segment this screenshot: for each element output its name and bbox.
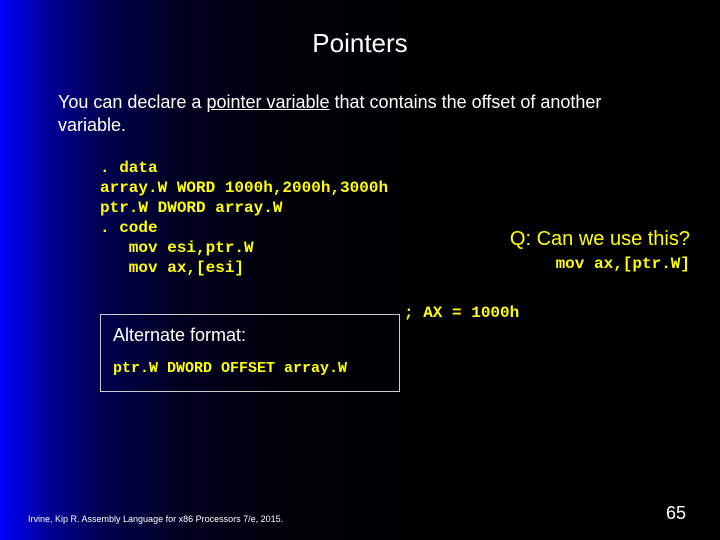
question-text: Q: Can we use this? [510, 228, 690, 251]
question-code: mov ax,[ptr.W] [510, 255, 690, 273]
intro-pre: You can declare a [58, 92, 206, 112]
alternate-label: Alternate format: [113, 325, 387, 346]
intro-underlined: pointer variable [206, 92, 329, 112]
question-box: Q: Can we use this? mov ax,[ptr.W] [510, 228, 690, 273]
code-comment: ; AX = 1000h [404, 304, 519, 322]
alternate-code: ptr.W DWORD OFFSET array.W [113, 360, 387, 377]
footer-citation: Irvine, Kip R. Assembly Language for x86… [28, 514, 283, 524]
page-number: 65 [666, 503, 686, 524]
slide-title: Pointers [0, 0, 720, 59]
intro-text: You can declare a pointer variable that … [58, 91, 662, 136]
alternate-format-box: Alternate format: ptr.W DWORD OFFSET arr… [100, 314, 400, 392]
